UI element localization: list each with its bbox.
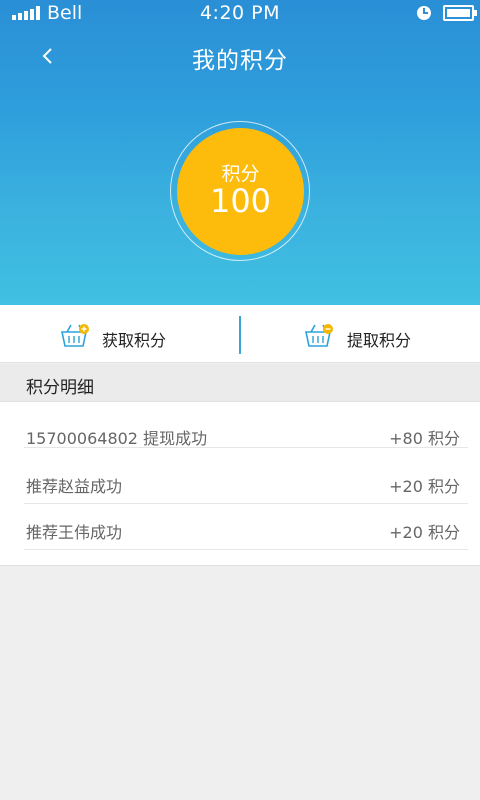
- points-screen: Bell 4:20 PM 我的积分 积分 100 获取积分 提取积分 积分明细 …: [0, 0, 480, 800]
- list-item[interactable]: 15700064802 提现成功 +80 积分: [24, 402, 468, 448]
- item-description: 推荐王伟成功: [26, 523, 123, 542]
- basket-plus-icon: [61, 324, 89, 347]
- back-button[interactable]: [32, 38, 68, 74]
- header-banner: Bell 4:20 PM 我的积分 积分 100: [0, 0, 480, 305]
- details-title: 积分明细: [26, 378, 94, 398]
- basket-minus-icon: [305, 324, 333, 347]
- item-amount: +20 积分: [389, 477, 460, 496]
- page-title: 我的积分: [192, 48, 288, 74]
- item-description: 推荐赵益成功: [26, 477, 123, 496]
- nav-bar: 我的积分: [0, 28, 480, 86]
- redeem-points-label: 提取积分: [347, 331, 412, 350]
- status-bar: Bell 4:20 PM: [0, 0, 480, 28]
- status-time: 4:20 PM: [199, 2, 281, 24]
- battery-icon: [443, 5, 477, 21]
- item-description: 15700064802 提现成功: [26, 429, 208, 448]
- earn-points-label: 获取积分: [102, 331, 167, 350]
- points-history-list: 15700064802 提现成功 +80 积分 推荐赵益成功 +20 积分 推荐…: [0, 402, 480, 566]
- points-badge: 积分 100: [177, 128, 304, 255]
- action-divider: [239, 316, 241, 354]
- list-item[interactable]: 推荐赵益成功 +20 积分: [24, 458, 468, 504]
- details-header: 积分明细: [0, 364, 480, 402]
- earn-points-button[interactable]: 获取积分: [0, 305, 240, 363]
- points-value: 100: [209, 182, 272, 220]
- clock-icon: [417, 6, 431, 20]
- item-amount: +20 积分: [389, 523, 460, 542]
- item-amount: +80 积分: [389, 429, 460, 448]
- list-item[interactable]: 推荐王伟成功 +20 积分: [24, 504, 468, 550]
- redeem-points-button[interactable]: 提取积分: [240, 305, 480, 363]
- chevron-left-icon: [42, 48, 52, 64]
